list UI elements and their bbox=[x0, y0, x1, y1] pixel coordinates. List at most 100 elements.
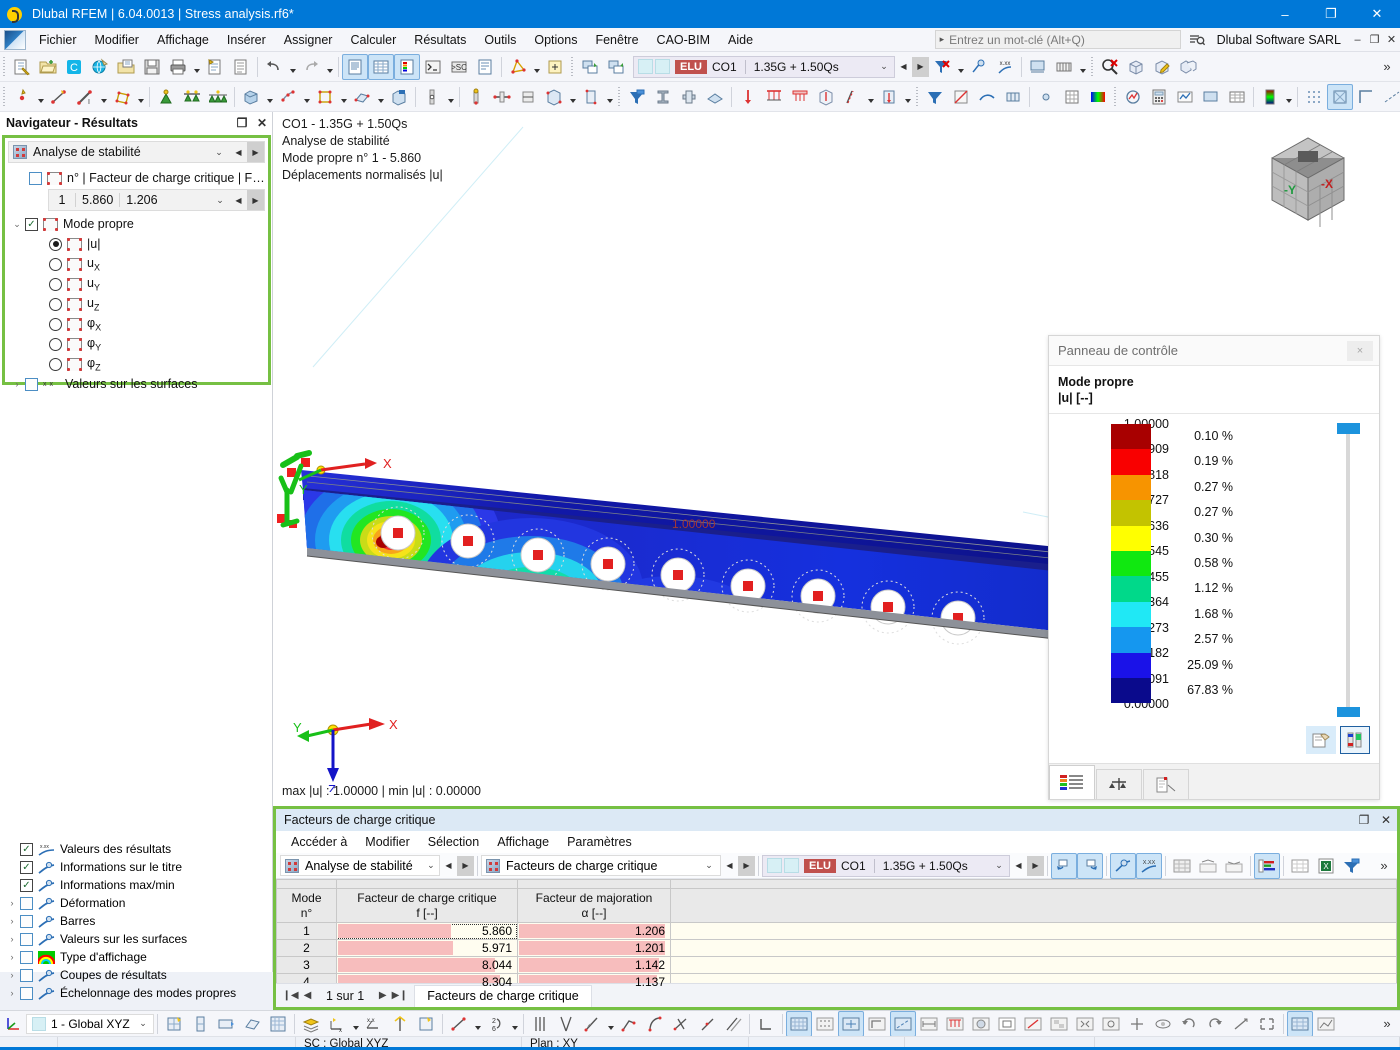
toolbar-grip[interactable] bbox=[2, 56, 7, 77]
save-icon[interactable] bbox=[139, 54, 165, 80]
object-snap-toggle-icon[interactable] bbox=[838, 1010, 864, 1037]
table-result-type-prev-button[interactable]: ◀ bbox=[721, 856, 738, 876]
table-menu-parametres[interactable]: Paramètres bbox=[558, 833, 641, 851]
row-1-critical-factor-cell[interactable]: 5.860 bbox=[336, 922, 518, 940]
component-uy-radio[interactable] bbox=[49, 277, 62, 291]
member-hinge-icon[interactable] bbox=[419, 84, 445, 110]
component-phiy-radio[interactable] bbox=[49, 337, 62, 351]
member-dropdown-arrow-icon[interactable] bbox=[98, 84, 109, 110]
grid-snap-icon[interactable] bbox=[1301, 84, 1327, 110]
mesh-node-icon[interactable] bbox=[1033, 84, 1059, 110]
result-table-display-icon[interactable] bbox=[1287, 1010, 1313, 1037]
angle-snap-icon[interactable]: 26 bbox=[483, 1011, 509, 1037]
rstab-link-icon[interactable]: C bbox=[61, 54, 87, 80]
guide-lines-toggle-icon[interactable] bbox=[890, 1010, 916, 1037]
work-plane-xy-icon[interactable] bbox=[161, 1011, 187, 1037]
surfaces-expander-icon[interactable]: › bbox=[4, 934, 20, 944]
nodal-load-icon[interactable] bbox=[735, 84, 761, 110]
print-dropdown-arrow-icon[interactable] bbox=[191, 54, 202, 80]
solid-dropdown-arrow-icon[interactable] bbox=[264, 84, 275, 110]
nodal-release-icon[interactable] bbox=[463, 84, 489, 110]
surface-release-icon[interactable] bbox=[515, 84, 541, 110]
plane-settings-icon[interactable] bbox=[265, 1011, 291, 1037]
section-display-icon[interactable] bbox=[1000, 84, 1026, 110]
column-header-mode[interactable]: Mode n° bbox=[276, 888, 337, 923]
zoom-extent-icon[interactable] bbox=[1254, 1011, 1280, 1037]
layers-icon[interactable] bbox=[298, 1011, 324, 1037]
select-objects-icon[interactable] bbox=[505, 54, 531, 80]
surface-dropdown-arrow-icon[interactable] bbox=[135, 84, 146, 110]
table-result-type-next-button[interactable]: ▶ bbox=[738, 855, 755, 876]
surface-load-icon[interactable] bbox=[787, 84, 813, 110]
color-scale-dropdown-arrow-icon[interactable] bbox=[1283, 84, 1294, 110]
load-filter-icon[interactable] bbox=[624, 84, 650, 110]
load-display-icon[interactable] bbox=[942, 1011, 968, 1037]
row-1-empty-cell[interactable] bbox=[670, 922, 1397, 940]
snap-dropdown-arrow-icon[interactable] bbox=[350, 1011, 361, 1037]
new-printout-report-icon[interactable] bbox=[202, 54, 228, 80]
coordinate-system-chevron-down-icon[interactable]: ⌄ bbox=[133, 1018, 153, 1029]
analysis-type-combo[interactable]: Analyse de stabilité ⌄ ◀ ▶ bbox=[8, 141, 265, 163]
component-phiz-radio[interactable] bbox=[49, 357, 62, 371]
display-option-type-affichage[interactable]: › Type d'affichage bbox=[0, 948, 271, 966]
contact-dropdown-arrow-icon[interactable] bbox=[301, 84, 312, 110]
line-support-icon[interactable] bbox=[179, 84, 205, 110]
corner-snap-icon[interactable] bbox=[753, 1011, 779, 1037]
structure-modification-icon[interactable] bbox=[578, 84, 604, 110]
menu-calculer[interactable]: Calculer bbox=[341, 30, 405, 50]
rib-icon[interactable] bbox=[349, 84, 375, 110]
mdi-close-button[interactable]: ✕ bbox=[1383, 30, 1400, 50]
design-module-icon[interactable] bbox=[1172, 84, 1198, 110]
display-option-valeurs-surfaces[interactable]: › Valeurs sur les surfaces bbox=[0, 930, 271, 948]
analysis-type-chevron-down-icon[interactable]: ⌄ bbox=[208, 147, 230, 158]
row-3-magnification-cell[interactable]: 1.142 bbox=[517, 956, 671, 974]
deformation-expander-icon[interactable]: › bbox=[4, 898, 20, 908]
arc-icon[interactable] bbox=[642, 1011, 668, 1037]
recent-model-icon[interactable] bbox=[113, 54, 139, 80]
angle-line-icon[interactable] bbox=[579, 1011, 605, 1037]
edit-properties-icon[interactable] bbox=[542, 54, 568, 80]
toolbar-grip-3[interactable] bbox=[1090, 56, 1095, 77]
row-4-magnification-cell[interactable]: 1.137 bbox=[517, 973, 671, 991]
fit-to-screen-icon[interactable] bbox=[1098, 1011, 1124, 1037]
table-result-values-icon[interactable]: X.XX bbox=[1136, 852, 1162, 879]
new-surface-icon[interactable] bbox=[109, 84, 135, 110]
model-info-icon[interactable] bbox=[472, 54, 498, 80]
result-filter-icon[interactable] bbox=[922, 84, 948, 110]
tree-item-component-phiy[interactable]: φY bbox=[5, 334, 268, 354]
table-lc-chevron-down-icon[interactable]: ⌄ bbox=[989, 860, 1009, 871]
component-phix-radio[interactable] bbox=[49, 317, 62, 331]
display-option-deformation[interactable]: › Déformation bbox=[0, 894, 271, 912]
result-numeric-values-icon[interactable]: x.xx bbox=[992, 54, 1018, 80]
table-result-type-chevron-down-icon[interactable]: ⌄ bbox=[698, 860, 720, 871]
new-contact-icon[interactable] bbox=[275, 84, 301, 110]
calculate-icon[interactable] bbox=[1146, 84, 1172, 110]
table-window-close-icon[interactable]: ✕ bbox=[1375, 813, 1397, 827]
table-row[interactable]: 2 5.971 1.201 bbox=[276, 939, 1397, 957]
coupes-expander-icon[interactable]: › bbox=[4, 970, 20, 980]
keyword-search-input[interactable]: ▸ Entrez un mot-clé (Alt+Q) bbox=[934, 30, 1181, 49]
row-2-critical-factor-cell[interactable]: 5.971 bbox=[336, 939, 518, 957]
table-analysis-chevron-down-icon[interactable]: ⌄ bbox=[423, 860, 439, 871]
column-header-magnification-factor[interactable]: Facteur de majoration α [--] bbox=[517, 888, 671, 923]
tangent-icon[interactable] bbox=[694, 1011, 720, 1037]
ortho-toggle-icon[interactable] bbox=[864, 1011, 890, 1037]
type-affichage-expander-icon[interactable]: › bbox=[4, 952, 20, 962]
tree-item-component-phix[interactable]: φX bbox=[5, 314, 268, 334]
legend-range-slider[interactable] bbox=[1337, 423, 1360, 718]
toolbar2-grip-3[interactable] bbox=[915, 86, 920, 107]
transparency-icon[interactable] bbox=[1046, 1011, 1072, 1037]
command-console-icon[interactable] bbox=[420, 54, 446, 80]
bottom-toolbar-overflow-button[interactable]: » bbox=[1374, 1011, 1400, 1037]
toolbar2-grip-2[interactable] bbox=[617, 86, 622, 107]
work-plane-xz-icon[interactable] bbox=[213, 1011, 239, 1037]
copy-view-icon[interactable] bbox=[1175, 54, 1201, 80]
pan-icon[interactable] bbox=[1124, 1011, 1150, 1037]
thickness-icon[interactable] bbox=[702, 84, 728, 110]
nodal-support-icon[interactable] bbox=[153, 84, 179, 110]
option-surface-values-checkbox[interactable] bbox=[20, 932, 33, 946]
tree-item-critical-load-factor[interactable]: n° | Facteur de charge critique | Facteu… bbox=[5, 168, 268, 188]
page-prev-button[interactable]: ◀ bbox=[299, 990, 316, 1001]
imperfection-dropdown-arrow-icon[interactable] bbox=[865, 84, 876, 110]
mesh-settings-icon[interactable] bbox=[1051, 54, 1077, 80]
